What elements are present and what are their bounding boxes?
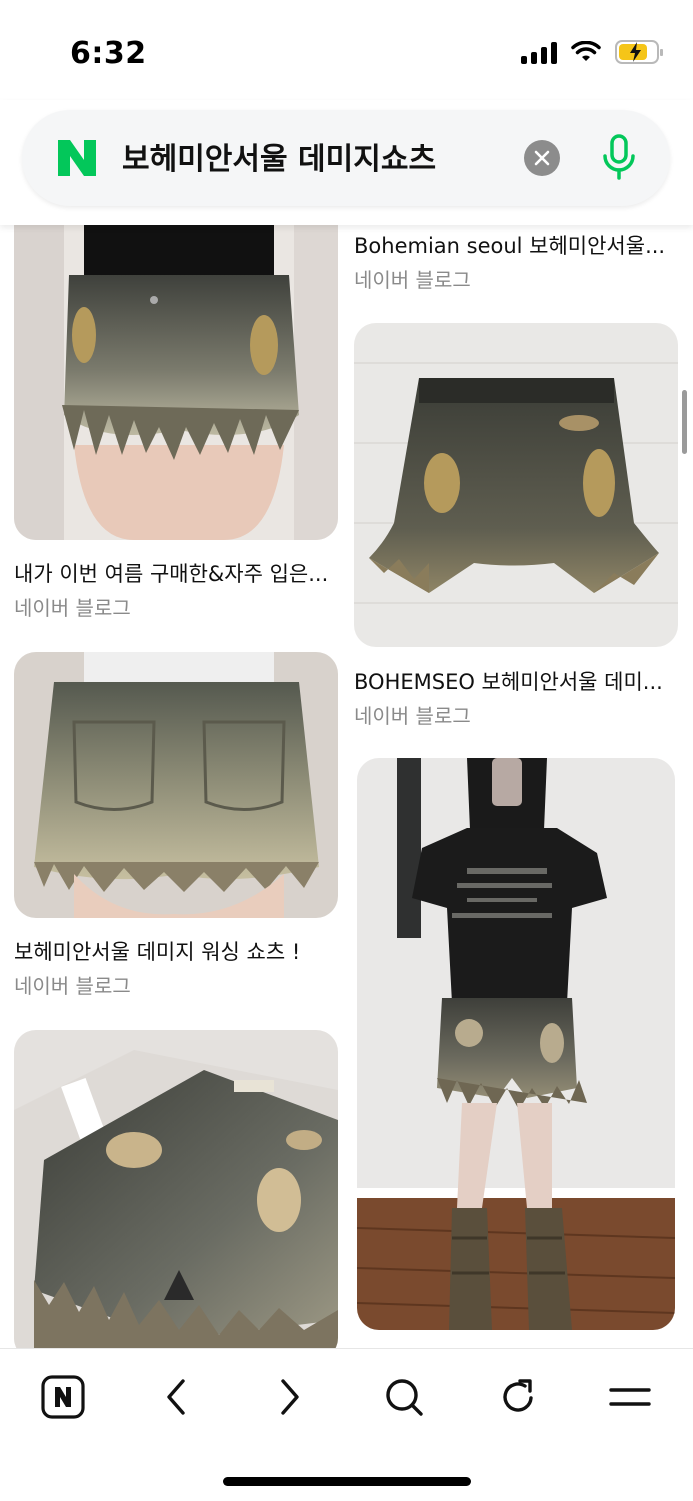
status-icons [521, 40, 663, 64]
menu-icon [609, 1388, 651, 1406]
battery-charging-icon [615, 40, 663, 64]
search-button[interactable] [380, 1373, 428, 1421]
forward-button[interactable] [266, 1373, 314, 1421]
result-card[interactable]: BOHEMSEO 보헤미안서울 데미... 네이버 블로그 [354, 323, 678, 728]
back-button[interactable] [152, 1373, 200, 1421]
result-thumbnail[interactable] [357, 758, 675, 1330]
refresh-icon [503, 1379, 533, 1412]
status-time: 6:32 [70, 36, 147, 71]
naver-home-icon [41, 1375, 85, 1419]
wifi-icon [571, 41, 601, 61]
refresh-button[interactable] [494, 1373, 542, 1421]
result-thumbnail[interactable] [14, 1030, 338, 1348]
mirror-selfie-photo-image [357, 758, 675, 1330]
result-source: 네이버 블로그 [354, 268, 471, 292]
shorts-photo-image [14, 652, 338, 918]
back-icon [167, 1379, 185, 1415]
menu-button[interactable] [606, 1373, 654, 1421]
result-thumbnail[interactable] [354, 323, 678, 647]
result-title[interactable]: BOHEMSEO 보헤미안서울 데미... [354, 666, 678, 696]
status-bar: 6:32 [0, 0, 693, 100]
clear-search-button[interactable] [524, 140, 560, 176]
result-card[interactable]: 내가 이번 여름 구매한&자주 입은... 네이버 블로그 [14, 225, 338, 620]
close-icon [534, 150, 550, 166]
cellular-signal-icon [521, 40, 557, 64]
search-header: 보헤미안서울 데미지쇼츠 [0, 100, 693, 225]
voice-search-mic-icon[interactable] [602, 134, 636, 180]
result-source: 네이버 블로그 [14, 596, 131, 620]
image-results-grid: 내가 이번 여름 구매한&자주 입은... 네이버 블로그 보헤미안서울 데미지… [0, 225, 693, 1348]
result-title[interactable]: Bohemian seoul 보헤미안서울... [354, 230, 678, 260]
shorts-product-image [354, 323, 678, 647]
bottom-toolbar [0, 1348, 693, 1501]
result-card[interactable]: 보헤미안서울 데미지 워싱 쇼츠 ! 네이버 블로그 [14, 652, 338, 998]
result-title[interactable]: 보헤미안서울 데미지 워싱 쇼츠 ! [14, 936, 338, 966]
search-icon [386, 1379, 423, 1416]
search-input[interactable]: 보헤미안서울 데미지쇼츠 [122, 134, 436, 178]
shorts-photo-image [14, 225, 338, 540]
result-source: 네이버 블로그 [354, 704, 471, 728]
result-card[interactable] [357, 758, 675, 1330]
shorts-photo-image [14, 1030, 338, 1348]
result-thumbnail[interactable] [14, 652, 338, 918]
forward-icon [281, 1379, 299, 1415]
scrollbar[interactable] [682, 390, 687, 454]
result-thumbnail[interactable] [14, 225, 338, 540]
result-card[interactable] [14, 1030, 338, 1348]
search-bar[interactable]: 보헤미안서울 데미지쇼츠 [22, 110, 670, 206]
result-title[interactable]: 내가 이번 여름 구매한&자주 입은... [14, 558, 338, 588]
naver-logo-icon[interactable] [56, 138, 98, 178]
home-indicator[interactable] [223, 1477, 471, 1486]
result-source: 네이버 블로그 [14, 974, 131, 998]
naver-home-button[interactable] [39, 1373, 87, 1421]
